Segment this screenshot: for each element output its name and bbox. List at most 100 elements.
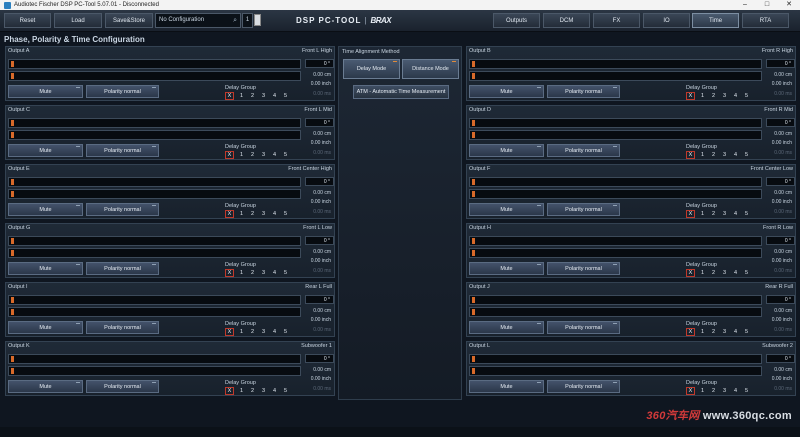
slider-handle[interactable]: [11, 73, 14, 79]
delay-group-option[interactable]: 5: [280, 328, 291, 336]
slider-handle[interactable]: [472, 61, 475, 67]
phase-slider[interactable]: [469, 354, 762, 364]
phase-slider[interactable]: [8, 295, 301, 305]
delay-slider[interactable]: [469, 248, 762, 258]
delay-group-option[interactable]: 4: [730, 92, 741, 100]
mute-button[interactable]: Mute: [469, 380, 544, 393]
delay-group-option[interactable]: X: [225, 92, 234, 100]
polarity-button[interactable]: Polarity normal: [547, 203, 620, 216]
phase-value-field[interactable]: 0 °: [766, 118, 795, 127]
distance-mode-button[interactable]: Distance Mode: [402, 59, 459, 79]
delay-group-option[interactable]: 1: [236, 387, 247, 395]
slider-handle[interactable]: [11, 309, 14, 315]
slider-handle[interactable]: [11, 297, 14, 303]
delay-slider[interactable]: [469, 130, 762, 140]
delay-group-option[interactable]: 3: [719, 269, 730, 277]
polarity-button[interactable]: Polarity normal: [86, 321, 159, 334]
delay-slider[interactable]: [8, 366, 301, 376]
delay-group-option[interactable]: 3: [258, 92, 269, 100]
delay-group-option[interactable]: X: [686, 269, 695, 277]
mute-button[interactable]: Mute: [8, 85, 83, 98]
mute-button[interactable]: Mute: [8, 262, 83, 275]
delay-group-option[interactable]: X: [225, 151, 234, 159]
phase-slider[interactable]: [8, 354, 301, 364]
phase-slider[interactable]: [8, 59, 301, 69]
delay-group-option[interactable]: X: [225, 328, 234, 336]
delay-group-option[interactable]: 4: [730, 328, 741, 336]
phase-slider[interactable]: [469, 177, 762, 187]
delay-slider[interactable]: [8, 130, 301, 140]
delay-group-option[interactable]: X: [686, 387, 695, 395]
delay-slider[interactable]: [469, 71, 762, 81]
delay-group-option[interactable]: 5: [280, 151, 291, 159]
configuration-field[interactable]: No Configuration ⌕: [155, 13, 241, 28]
slider-handle[interactable]: [472, 179, 475, 185]
delay-group-option[interactable]: 5: [280, 210, 291, 218]
mute-button[interactable]: Mute: [8, 144, 83, 157]
close-icon[interactable]: ✕: [778, 0, 800, 10]
phase-value-field[interactable]: 0 °: [305, 295, 334, 304]
delay-group-option[interactable]: 2: [708, 210, 719, 218]
slider-handle[interactable]: [472, 368, 475, 374]
delay-group-option[interactable]: 2: [708, 92, 719, 100]
delay-slider[interactable]: [8, 71, 301, 81]
delay-group-option[interactable]: 5: [741, 92, 752, 100]
delay-group-option[interactable]: 5: [280, 269, 291, 277]
delay-group-option[interactable]: 4: [269, 210, 280, 218]
mute-button[interactable]: Mute: [469, 262, 544, 275]
maximize-icon[interactable]: □: [756, 0, 778, 10]
slider-handle[interactable]: [11, 191, 14, 197]
delay-group-option[interactable]: 2: [708, 269, 719, 277]
slider-handle[interactable]: [472, 309, 475, 315]
phase-slider[interactable]: [469, 236, 762, 246]
atm-button[interactable]: ATM - Automatic Time Measurement: [353, 85, 449, 99]
delay-group-option[interactable]: 5: [280, 92, 291, 100]
slider-handle[interactable]: [472, 297, 475, 303]
phase-value-field[interactable]: 0 °: [766, 236, 795, 245]
delay-group-option[interactable]: 3: [719, 210, 730, 218]
slider-handle[interactable]: [11, 238, 14, 244]
delay-group-option[interactable]: 5: [741, 269, 752, 277]
delay-group-option[interactable]: X: [225, 387, 234, 395]
polarity-button[interactable]: Polarity normal: [547, 321, 620, 334]
delay-slider[interactable]: [8, 189, 301, 199]
delay-slider[interactable]: [8, 248, 301, 258]
delay-group-option[interactable]: 3: [258, 210, 269, 218]
delay-group-option[interactable]: 5: [741, 151, 752, 159]
mute-button[interactable]: Mute: [469, 144, 544, 157]
phase-value-field[interactable]: 0 °: [305, 59, 334, 68]
delay-group-option[interactable]: 4: [269, 92, 280, 100]
slider-handle[interactable]: [11, 179, 14, 185]
slider-handle[interactable]: [472, 238, 475, 244]
delay-group-option[interactable]: 1: [697, 92, 708, 100]
delay-group-option[interactable]: 4: [269, 269, 280, 277]
delay-group-option[interactable]: 4: [269, 151, 280, 159]
delay-group-option[interactable]: 3: [719, 387, 730, 395]
delay-group-option[interactable]: 3: [258, 328, 269, 336]
delay-group-option[interactable]: 1: [236, 269, 247, 277]
delay-group-option[interactable]: X: [686, 210, 695, 218]
delay-group-option[interactable]: 5: [741, 210, 752, 218]
delay-group-option[interactable]: 5: [741, 328, 752, 336]
mute-button[interactable]: Mute: [469, 85, 544, 98]
delay-group-option[interactable]: X: [686, 151, 695, 159]
phase-value-field[interactable]: 0 °: [305, 177, 334, 186]
slider-handle[interactable]: [472, 191, 475, 197]
slider-handle[interactable]: [11, 120, 14, 126]
delay-slider[interactable]: [469, 189, 762, 199]
phase-slider[interactable]: [8, 177, 301, 187]
slider-handle[interactable]: [11, 356, 14, 362]
configuration-number[interactable]: 1: [242, 13, 253, 28]
slider-handle[interactable]: [11, 132, 14, 138]
slider-handle[interactable]: [472, 132, 475, 138]
tab-fx[interactable]: FX: [593, 13, 640, 28]
tab-io[interactable]: IO: [643, 13, 690, 28]
mute-button[interactable]: Mute: [8, 203, 83, 216]
slider-handle[interactable]: [472, 250, 475, 256]
tab-rta[interactable]: RTA: [742, 13, 789, 28]
document-icon[interactable]: [254, 14, 261, 26]
delay-group-option[interactable]: X: [686, 328, 695, 336]
save-store-button[interactable]: Save&Store: [105, 13, 153, 28]
phase-slider[interactable]: [469, 295, 762, 305]
delay-group-option[interactable]: X: [686, 92, 695, 100]
